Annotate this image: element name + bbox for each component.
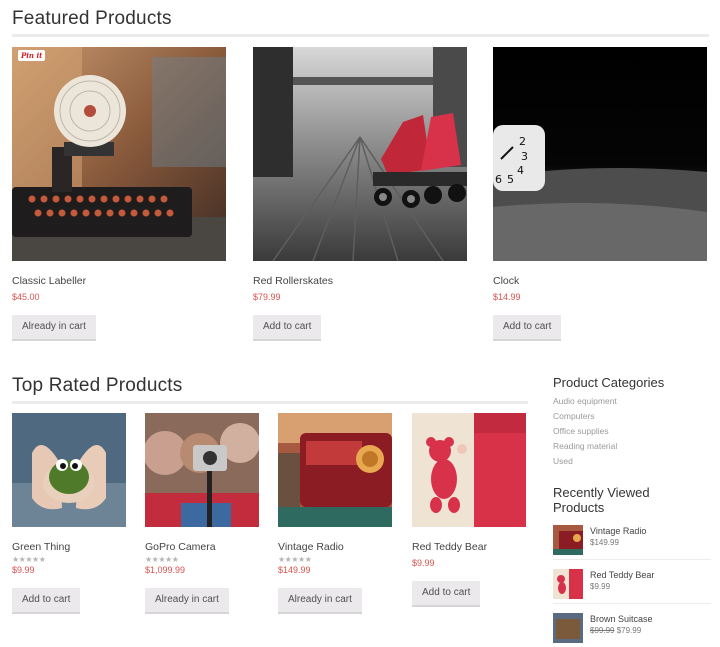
pin-it-button[interactable]: Pin it [18,50,46,61]
recent-item-thumbnail[interactable] [553,569,583,599]
product-name[interactable]: Clock [493,275,707,287]
recent-item-price: $149.99 [590,538,619,547]
product-name[interactable]: Green Thing [12,541,126,553]
rating-stars: ★★★★★ [278,555,312,564]
already-in-cart-button[interactable]: Already in cart [278,588,362,614]
product-price: $149.99 [278,565,311,575]
already-in-cart-button[interactable]: Already in cart [12,315,96,341]
product-image[interactable] [253,47,467,261]
add-to-cart-button[interactable]: Add to cart [12,588,81,614]
featured-divider [12,34,709,37]
recently-viewed-heading: Recently Viewed Products [553,485,650,515]
product-price: $9.99 [412,558,435,568]
recent-item-name[interactable]: Red Teddy Bear [590,570,654,580]
add-to-cart-button[interactable]: Add to cart [253,315,322,341]
product-name[interactable]: GoPro Camera [145,541,259,553]
product-price: $14.99 [493,292,521,302]
product-card-red-teddy-bear: Red Teddy Bear $9.99 Add to cart [412,413,526,607]
recent-item-sale-price: $79.99 [616,626,642,635]
svg-text:3: 3 [521,150,528,163]
top-rated-products-heading: Top Rated Products [12,375,183,396]
product-image[interactable] [412,413,526,527]
recent-item-old-price: $99.99 [590,626,615,635]
product-image[interactable]: Pin it [12,47,226,261]
product-price: $45.00 [12,292,40,302]
product-image[interactable] [12,413,126,527]
product-image[interactable]: 2 3456 [493,47,707,261]
product-name[interactable]: Red Rollerskates [253,275,467,287]
product-card-clock: 2 3456 Clock $14.99 Add to cart [493,47,707,341]
category-link-office-supplies[interactable]: Office supplies [553,426,609,436]
product-card-green-thing: Green Thing ★★★★★ $9.99 Add to cart [12,413,126,614]
svg-text:4: 4 [517,164,524,177]
featured-products-heading: Featured Products [12,8,172,29]
product-name[interactable]: Vintage Radio [278,541,392,553]
category-link-computers[interactable]: Computers [553,411,595,421]
recent-item-red-teddy-bear[interactable]: Red Teddy Bear $9.99 [553,569,711,604]
product-price: $1,099.99 [145,565,186,575]
product-name[interactable]: Classic Labeller [12,275,226,287]
product-card-gopro-camera: GoPro Camera ★★★★★ $1,099.99 Already in … [145,413,259,614]
rating-stars: ★★★★★ [12,555,46,564]
product-image[interactable] [145,413,259,527]
product-card-red-rollerskates: Red Rollerskates $79.99 Add to cart [253,47,467,341]
recent-item-brown-suitcase[interactable]: Brown Suitcase $99.99 $79.99 [553,613,711,647]
already-in-cart-button[interactable]: Already in cart [145,588,229,614]
rating-stars: ★★★★★ [145,555,179,564]
svg-text:2: 2 [519,135,526,148]
category-link-audio-equipment[interactable]: Audio equipment [553,396,617,406]
recent-item-vintage-radio[interactable]: Vintage Radio $149.99 [553,525,711,560]
recent-item-price-group: $99.99 $79.99 [590,626,641,635]
recently-viewed-heading-line-2: Products [553,500,605,515]
svg-text:5: 5 [507,173,514,186]
product-image[interactable] [278,413,392,527]
recent-item-price: $9.99 [590,582,611,591]
recent-item-name[interactable]: Brown Suitcase [590,614,653,624]
svg-text:6: 6 [495,173,502,186]
top-rated-divider [12,401,528,404]
product-name[interactable]: Red Teddy Bear [412,541,526,553]
product-card-vintage-radio: Vintage Radio ★★★★★ $149.99 Already in c… [278,413,392,614]
category-link-reading-material[interactable]: Reading material [553,441,617,451]
recent-item-thumbnail[interactable] [553,613,583,643]
product-card-classic-labeller: Pin it Classic Labeller $45.00 Already i… [12,47,226,341]
product-categories-heading: Product Categories [553,375,665,390]
recently-viewed-heading-line-1: Recently Viewed [553,485,650,500]
recent-item-name[interactable]: Vintage Radio [590,526,646,536]
recent-item-thumbnail[interactable] [553,525,583,555]
add-to-cart-button[interactable]: Add to cart [493,315,562,341]
category-link-used[interactable]: Used [553,456,573,466]
product-price: $79.99 [253,292,281,302]
add-to-cart-button[interactable]: Add to cart [412,581,481,607]
product-price: $9.99 [12,565,35,575]
